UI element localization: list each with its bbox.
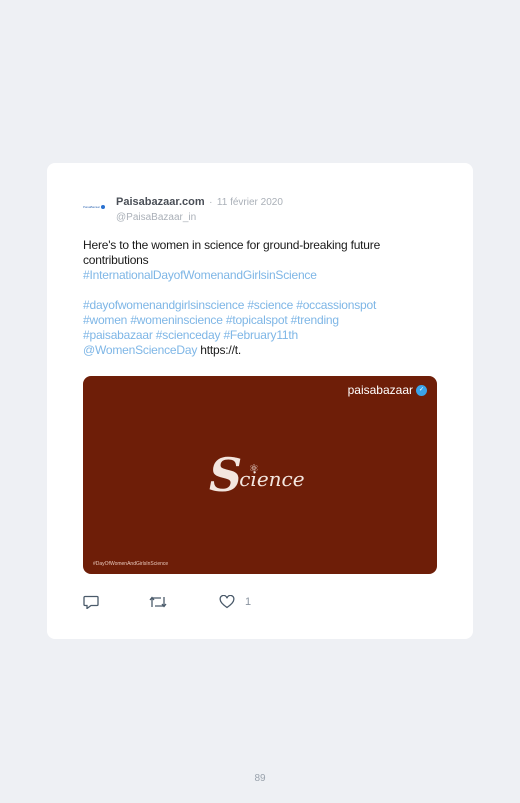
hashtag[interactable]: #womeninscience bbox=[130, 313, 223, 327]
hashtag[interactable]: #dayofwomenandgirlsinscience bbox=[83, 298, 244, 312]
author-name[interactable]: Paisabazaar.com bbox=[116, 196, 205, 208]
brand-logo: paisabazaar ✓ bbox=[348, 383, 427, 397]
retweet-button[interactable] bbox=[149, 594, 167, 610]
hashtag[interactable]: #occassionspot bbox=[296, 298, 376, 312]
tweet-media-image[interactable]: paisabazaar ✓ Science ⚛ #DayOfWomenAndGi… bbox=[83, 376, 437, 574]
tweet-link[interactable]: https://t. bbox=[200, 343, 241, 357]
hashtag[interactable]: #science bbox=[247, 298, 293, 312]
reply-button[interactable] bbox=[83, 594, 99, 610]
science-initial: S bbox=[209, 448, 243, 502]
atom-icon: ⚛ bbox=[249, 462, 259, 475]
page-number: 89 bbox=[254, 773, 266, 784]
hashtag[interactable]: #scienceday bbox=[156, 328, 221, 342]
author-handle[interactable]: @PaisaBazaar_in bbox=[116, 212, 283, 223]
like-icon bbox=[219, 595, 235, 609]
brand-badge-icon: ✓ bbox=[416, 384, 427, 396]
hashtag[interactable]: #paisabazaar bbox=[83, 328, 153, 342]
like-button[interactable]: 1 bbox=[219, 594, 251, 610]
avatar-dot-icon bbox=[101, 205, 106, 209]
tweet-text: Here's to the women in science for groun… bbox=[83, 238, 443, 358]
mention[interactable]: @WomenScienceDay bbox=[83, 343, 197, 357]
retweet-icon bbox=[149, 596, 167, 608]
tweet-text-line: Here's to the women in science for groun… bbox=[83, 238, 381, 267]
brand-name: paisabazaar bbox=[347, 383, 413, 397]
tweet-date[interactable]: 11 février 2020 bbox=[217, 197, 283, 208]
like-count: 1 bbox=[245, 596, 252, 608]
author-block: Paisabazaar.com · 11 février 2020 @Paisa… bbox=[116, 192, 283, 223]
avatar-text: PaisaBazaar bbox=[83, 205, 101, 209]
hashtag[interactable]: #topicalspot bbox=[226, 313, 288, 327]
science-logo: Science ⚛ bbox=[209, 448, 305, 502]
hashtag[interactable]: #InternationalDayofWomenandGirlsinScienc… bbox=[83, 268, 317, 282]
hashtag[interactable]: #February11th bbox=[223, 328, 298, 342]
avatar[interactable]: PaisaBazaar bbox=[83, 203, 109, 211]
media-caption: #DayOfWomenAndGirlsInScience bbox=[93, 561, 169, 567]
tweet-card: PaisaBazaar Paisabazaar.com · 11 février… bbox=[47, 163, 473, 639]
hashtag[interactable]: #trending bbox=[291, 313, 339, 327]
separator: · bbox=[209, 197, 213, 208]
reply-icon bbox=[83, 595, 99, 609]
hashtag[interactable]: #women bbox=[83, 313, 127, 327]
